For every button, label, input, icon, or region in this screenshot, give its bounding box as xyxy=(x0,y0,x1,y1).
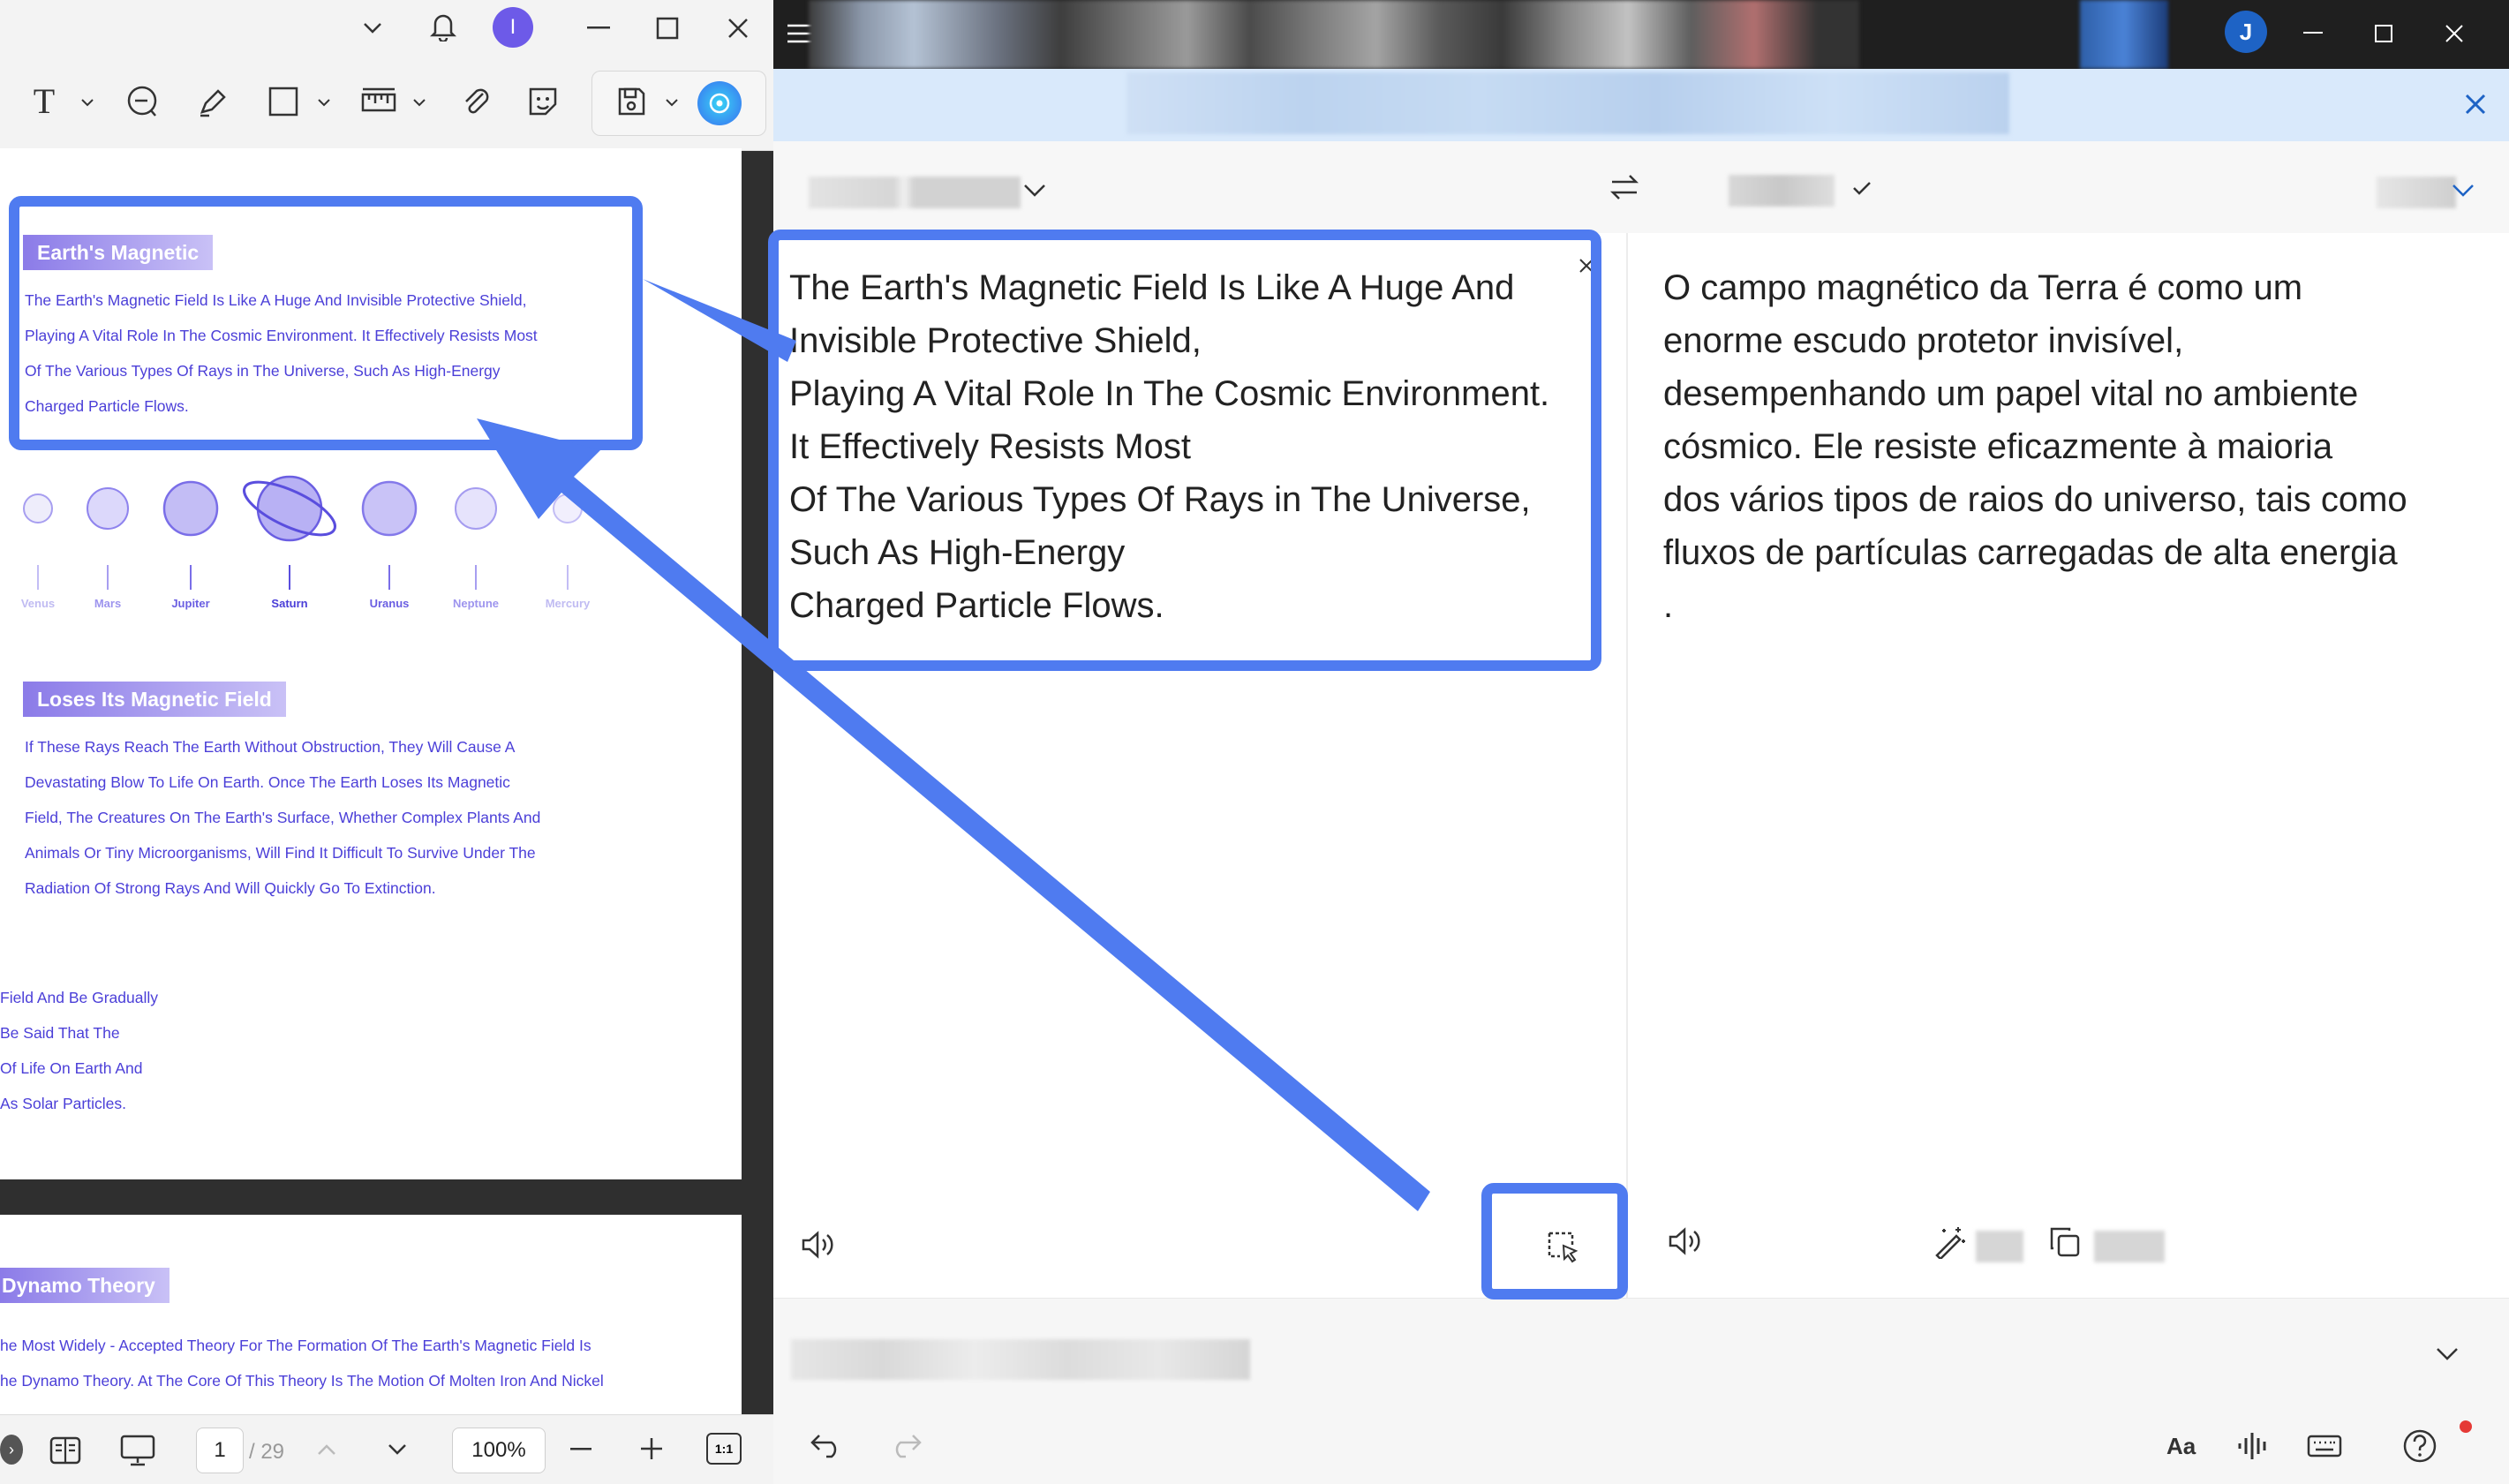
annotation-arrows xyxy=(477,279,1430,1211)
arrow-from-screenshot-button xyxy=(477,418,1430,1211)
arrow-to-source-pane xyxy=(643,279,796,362)
